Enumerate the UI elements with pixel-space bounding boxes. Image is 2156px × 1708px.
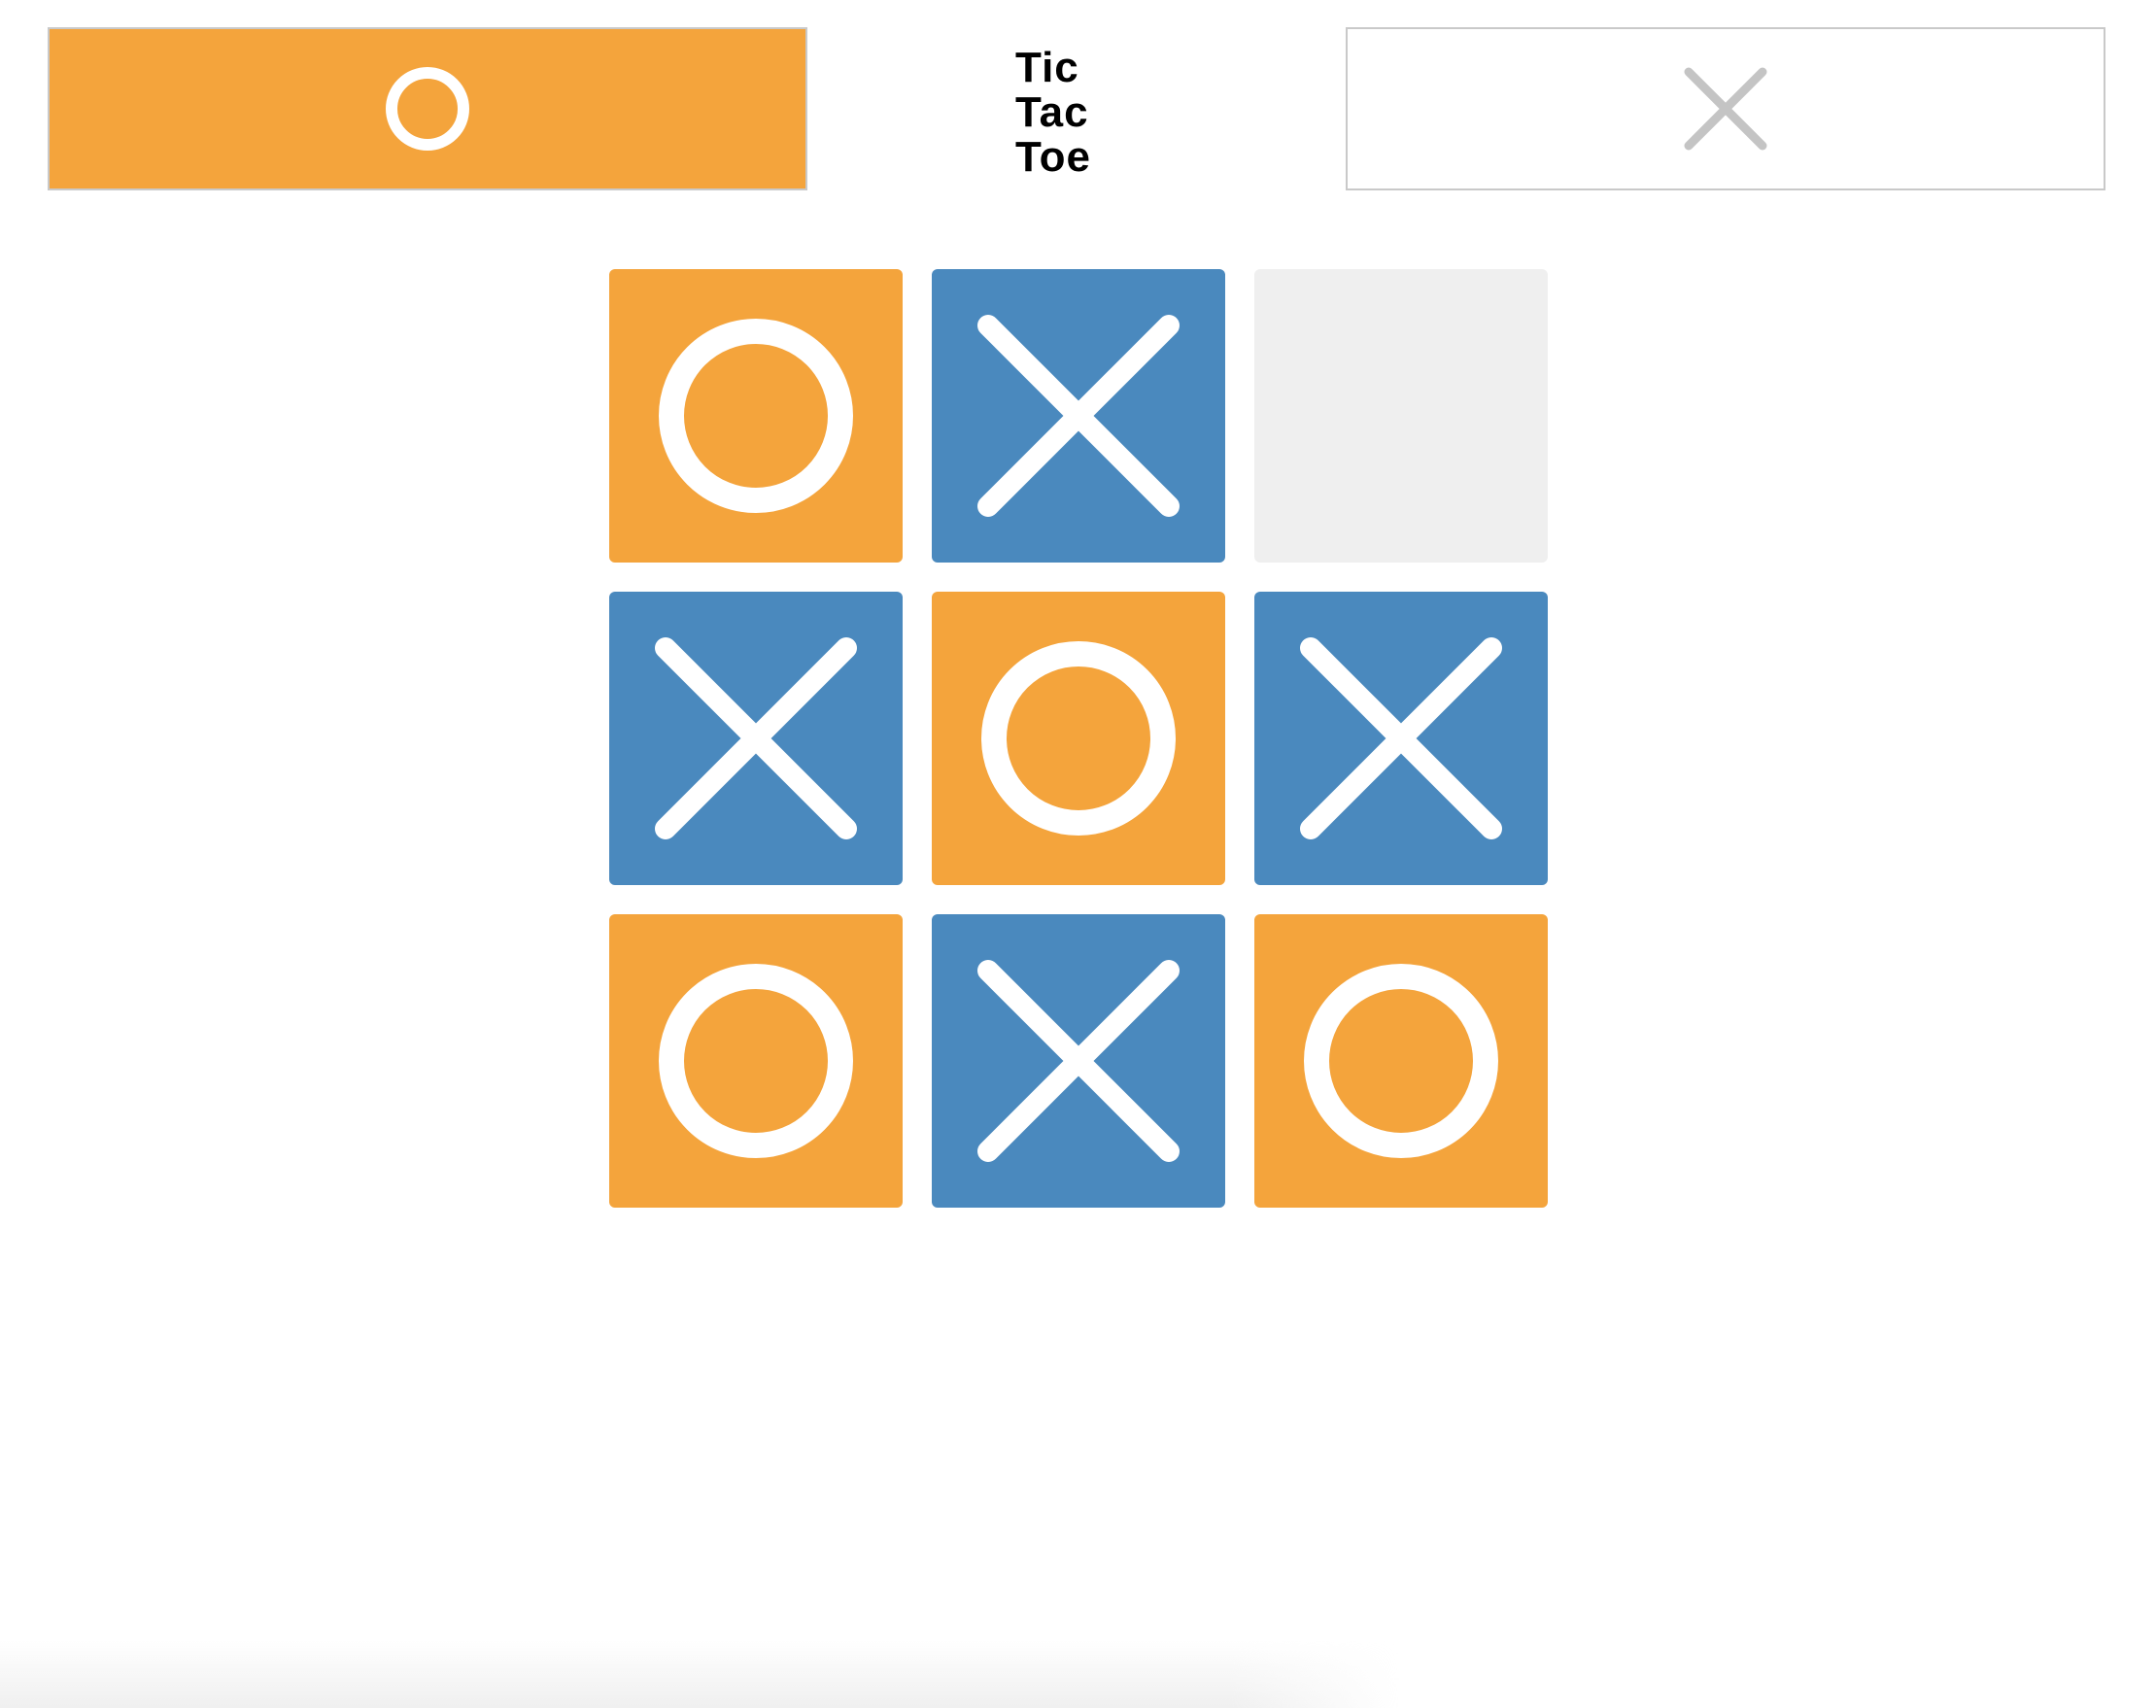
logo-line-tic: Tic: [1015, 44, 1079, 91]
board-cell[interactable]: [609, 592, 903, 885]
board-cell[interactable]: [1254, 269, 1548, 563]
logo-line-toe: Toe: [1015, 133, 1091, 181]
board-cell[interactable]: [932, 914, 1225, 1208]
tic-tac-toe-logo: Tic Tac Toe: [1015, 41, 1142, 183]
x-mark-icon: [977, 960, 1180, 1162]
board-cell[interactable]: [609, 269, 903, 563]
o-icon: [383, 64, 472, 154]
player-x-panel[interactable]: [1346, 27, 2105, 190]
o-mark-icon: [981, 641, 1176, 836]
bottom-shadow: [0, 1640, 1399, 1708]
game-board: [609, 269, 1548, 1208]
o-mark-icon: [659, 964, 853, 1158]
x-icon: [1679, 62, 1772, 155]
logo-line-tac: Tac: [1015, 88, 1089, 136]
board-cell[interactable]: [1254, 914, 1548, 1208]
player-o-panel[interactable]: [48, 27, 807, 190]
board-cell[interactable]: [932, 592, 1225, 885]
o-mark-icon: [659, 319, 853, 513]
board-cell[interactable]: [609, 914, 903, 1208]
x-mark-icon: [977, 315, 1180, 517]
o-mark-icon: [1304, 964, 1498, 1158]
x-mark-icon: [655, 637, 857, 839]
x-mark-icon: [1300, 637, 1502, 839]
board-cell[interactable]: [932, 269, 1225, 563]
board-cell[interactable]: [1254, 592, 1548, 885]
